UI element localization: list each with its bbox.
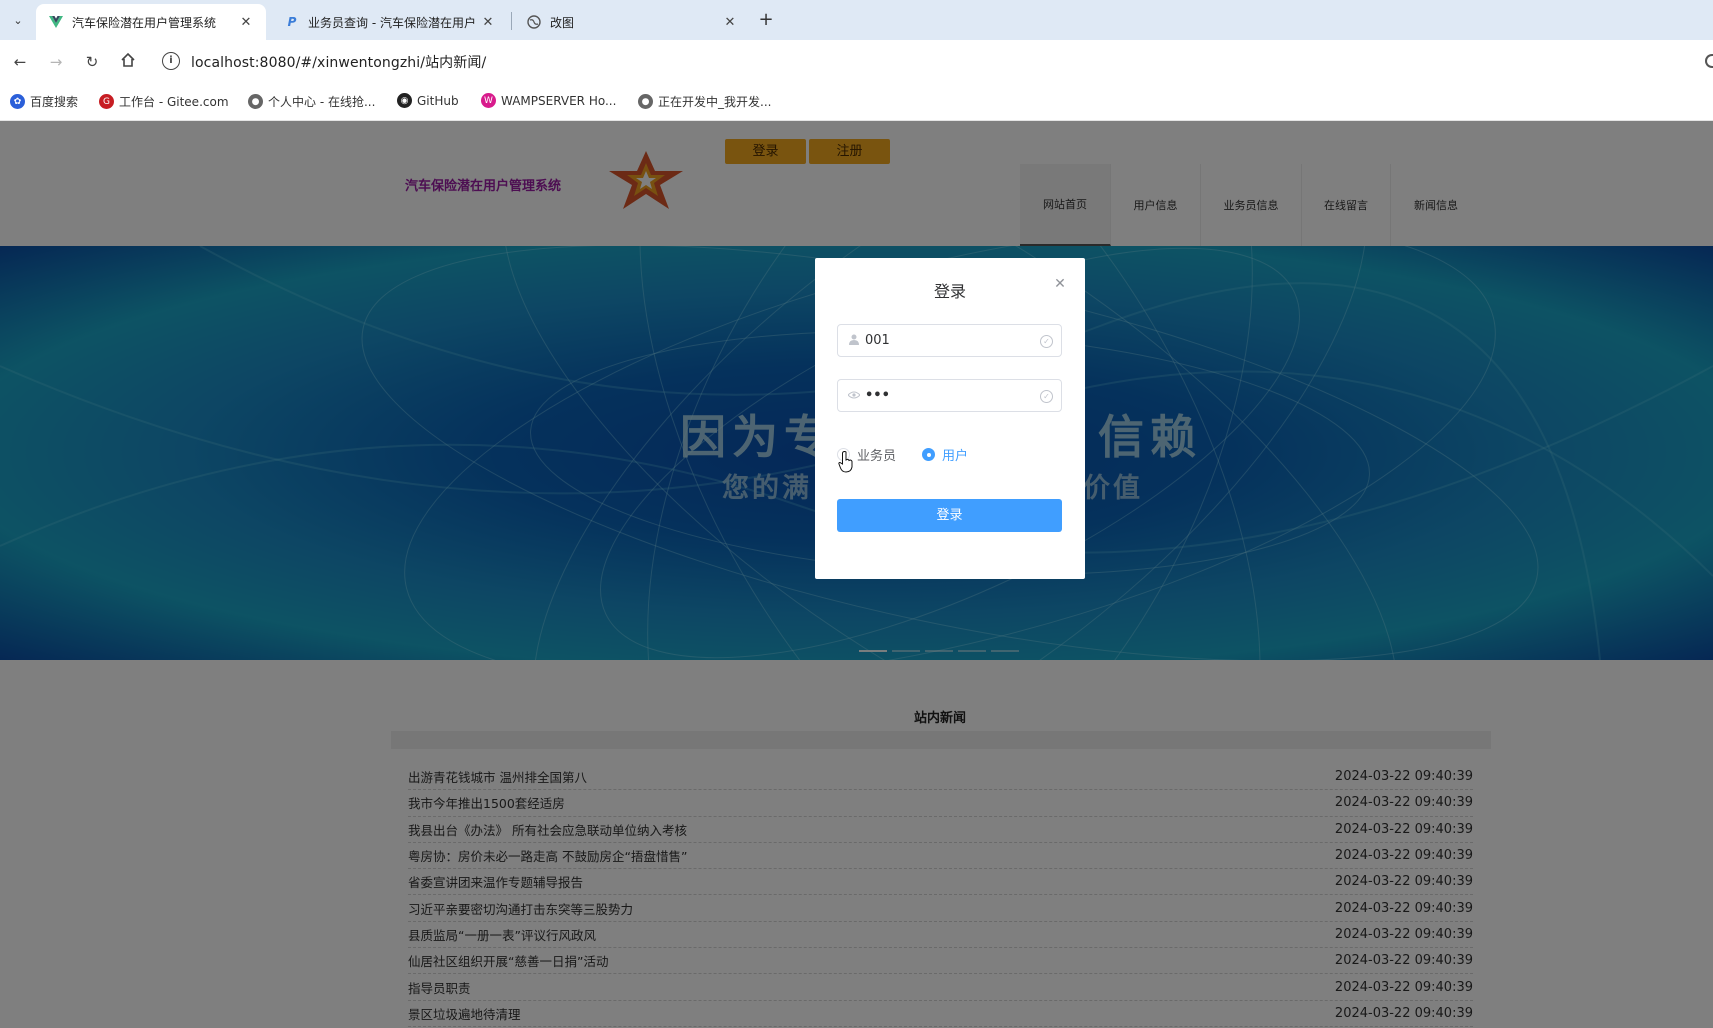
bookmark-label: 百度搜索 bbox=[30, 95, 79, 109]
close-icon[interactable]: ✕ bbox=[722, 15, 738, 30]
radio-label: 用户 bbox=[942, 449, 969, 464]
radio-circle bbox=[922, 448, 936, 461]
tab-title: 业务员查询 - 汽车保险潜在用户 bbox=[308, 15, 476, 30]
username-value: 001 bbox=[865, 333, 890, 348]
bookmark-item[interactable]: G 工作台 - Gitee.com bbox=[99, 93, 229, 110]
tab-title: 改图 bbox=[550, 15, 575, 30]
bookmark-item[interactable]: ● 正在开发中_我开发... bbox=[638, 93, 771, 110]
home-icon[interactable] bbox=[118, 52, 138, 72]
clear-icon[interactable]: ✓ bbox=[1040, 390, 1053, 403]
username-field[interactable]: 001 ✓ bbox=[837, 324, 1062, 357]
browser-tab-1[interactable]: 汽车保险潜在用户管理系统 ✕ bbox=[36, 4, 266, 40]
browser-tab-3[interactable]: 改图 ✕ bbox=[514, 4, 750, 40]
role-radio-group: 业务员 用户 bbox=[837, 445, 994, 464]
close-icon[interactable]: ✕ bbox=[480, 15, 496, 30]
user-icon bbox=[848, 334, 860, 347]
vue-icon bbox=[48, 14, 64, 30]
browser-tab-2[interactable]: P 业务员查询 - 汽车保险潜在用户 ✕ bbox=[272, 4, 508, 40]
bookmark-label: 工作台 - Gitee.com bbox=[119, 95, 229, 109]
radio-label: 业务员 bbox=[857, 449, 897, 464]
gitee-icon: G bbox=[99, 94, 114, 109]
globe-icon: ● bbox=[638, 94, 653, 109]
bookmark-label: WAMPSERVER Ho... bbox=[501, 93, 617, 108]
tab-search-chevron-icon[interactable]: ⌄ bbox=[6, 9, 30, 31]
bookmark-label: 正在开发中_我开发... bbox=[658, 95, 772, 109]
bookmarks-bar: ✿ 百度搜索 G 工作台 - Gitee.com ● 个人中心 - 在线抢...… bbox=[0, 84, 1713, 121]
page-viewport: 登录 注册 汽车保险潜在用户管理系统 网站首页 用户信息 业务员信息 在线留言 … bbox=[0, 121, 1713, 1028]
tab-title: 汽车保险潜在用户管理系统 bbox=[72, 15, 217, 30]
globe-icon: ● bbox=[248, 94, 263, 109]
forward-icon[interactable]: → bbox=[46, 52, 66, 72]
bookmark-item[interactable]: W WAMPSERVER Ho... bbox=[481, 93, 616, 108]
login-dialog: 登录 ✕ 001 ✓ ••• ✓ 业务员 用户 登录 bbox=[815, 258, 1085, 579]
url-text[interactable]: localhost:8080/#/xinwentongzhi/站内新闻/ bbox=[191, 52, 486, 72]
hand-cursor-icon bbox=[838, 451, 853, 473]
address-bar-row: ← → ↻ i localhost:8080/#/xinwentongzhi/站… bbox=[0, 40, 1713, 84]
tab-separator bbox=[511, 12, 512, 30]
github-icon: ◉ bbox=[397, 93, 412, 108]
new-tab-button[interactable]: + bbox=[756, 9, 776, 31]
bookmark-label: GitHub bbox=[417, 93, 459, 108]
dialog-title: 登录 bbox=[933, 282, 966, 301]
role-radio-user[interactable]: 用户 bbox=[922, 445, 968, 464]
password-field[interactable]: ••• ✓ bbox=[837, 379, 1062, 412]
bookmark-item[interactable]: ◉ GitHub bbox=[397, 93, 459, 108]
eye-icon bbox=[847, 389, 861, 402]
login-submit-button[interactable]: 登录 bbox=[837, 499, 1062, 532]
reload-icon[interactable]: ↻ bbox=[82, 52, 102, 72]
bookmark-item[interactable]: ● 个人中心 - 在线抢... bbox=[248, 93, 375, 110]
p-icon: P bbox=[287, 15, 297, 29]
clear-icon[interactable]: ✓ bbox=[1040, 335, 1053, 348]
back-icon[interactable]: ← bbox=[10, 52, 30, 72]
close-icon[interactable]: ✕ bbox=[238, 15, 254, 30]
password-value: ••• bbox=[865, 388, 890, 403]
bookmark-item[interactable]: ✿ 百度搜索 bbox=[10, 93, 78, 110]
browser-tab-bar: ⌄ 汽车保险潜在用户管理系统 ✕ P 业务员查询 - 汽车保险潜在用户 ✕ 改图… bbox=[0, 0, 1713, 40]
globe-icon bbox=[526, 14, 542, 30]
baidu-icon: ✿ bbox=[10, 94, 25, 109]
bookmark-label: 个人中心 - 在线抢... bbox=[268, 95, 376, 109]
site-info-icon[interactable]: i bbox=[162, 52, 180, 70]
close-icon[interactable]: ✕ bbox=[1053, 276, 1067, 292]
profile-icon[interactable] bbox=[1705, 54, 1713, 68]
wamp-icon: W bbox=[481, 93, 496, 108]
